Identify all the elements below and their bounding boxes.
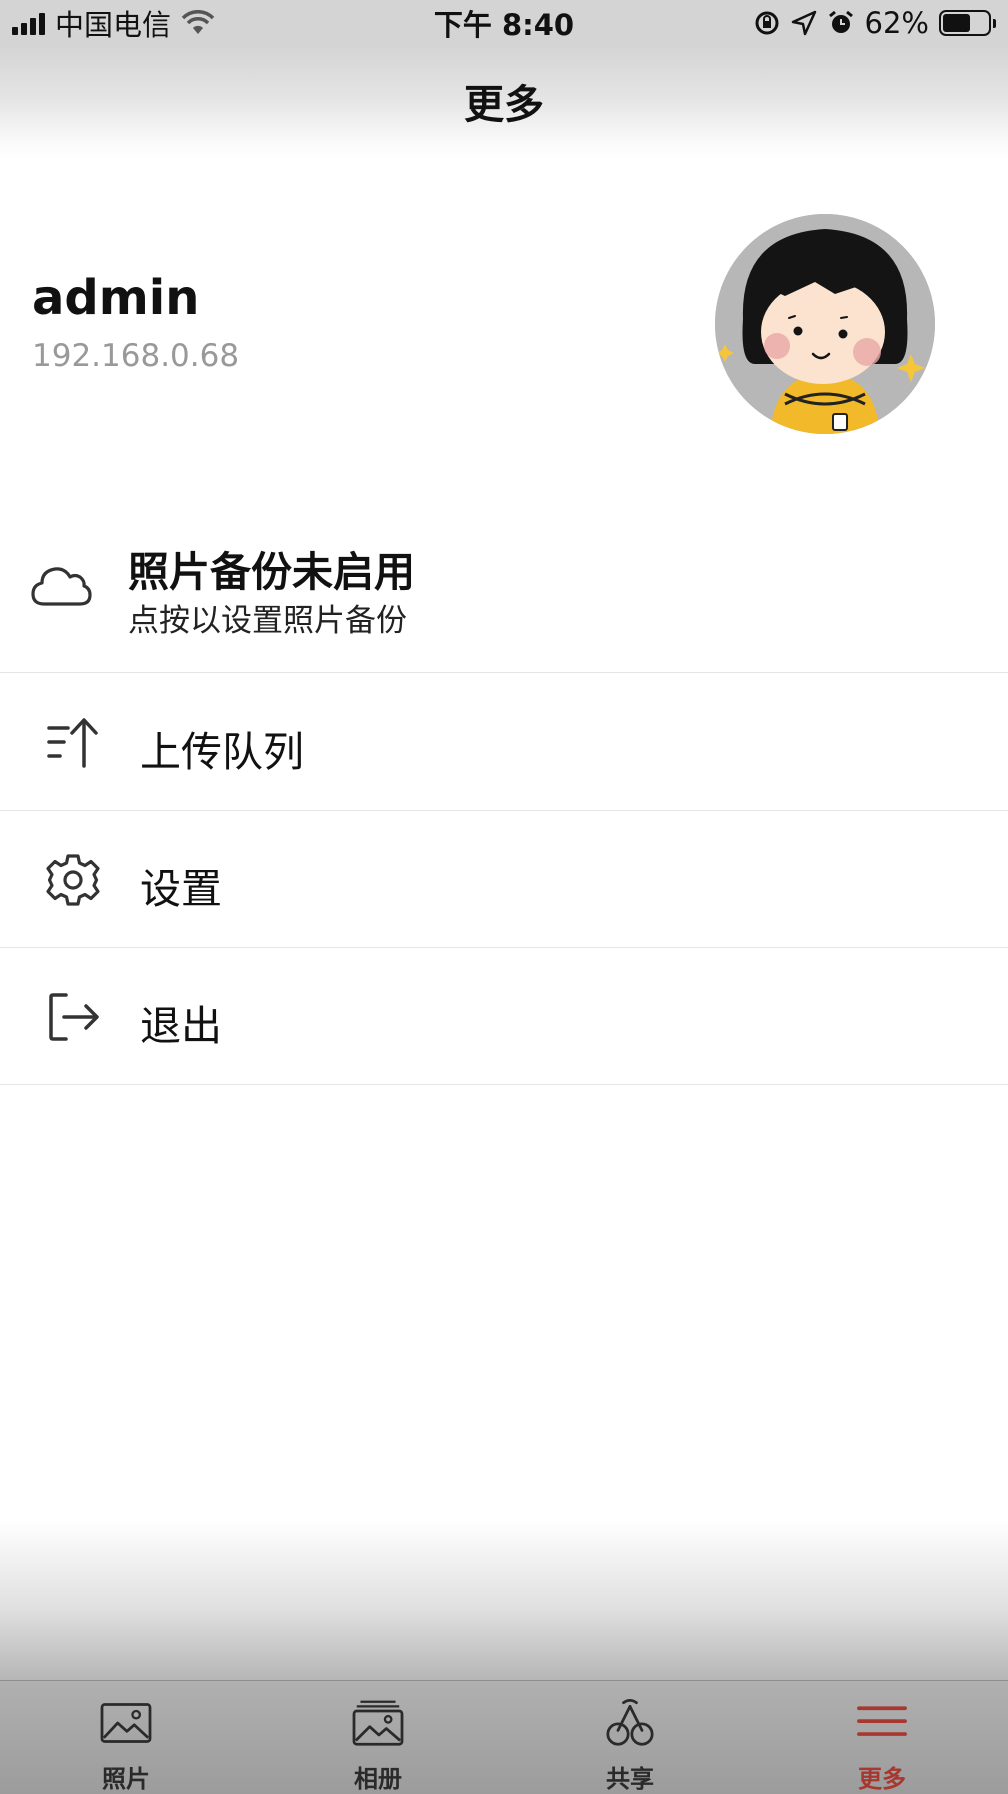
tab-bar: 照片 相册 共享 更多 xyxy=(0,1680,1008,1794)
tab-label-photos: 照片 xyxy=(102,1765,150,1793)
username: admin xyxy=(32,270,200,326)
avatar-cartoon-girl xyxy=(715,214,935,434)
signal-icon xyxy=(12,11,45,35)
menu-item-upload-queue[interactable]: 上传队列 xyxy=(0,674,1008,811)
tab-bar-shadow xyxy=(0,1520,1008,1680)
location-icon xyxy=(791,10,816,36)
photo-icon xyxy=(100,1703,152,1743)
status-left: 中国电信 xyxy=(12,2,504,44)
menu-label-settings: 设置 xyxy=(140,865,222,913)
share-icon xyxy=(606,1699,654,1746)
profile-section[interactable]: admin 192.168.0.68 xyxy=(0,160,1008,490)
upload-queue-icon xyxy=(47,718,98,768)
carrier-name: 中国电信 xyxy=(55,8,172,42)
backup-status-subtitle: 点按以设置照片备份 xyxy=(128,603,407,639)
menu-item-settings[interactable]: 设置 xyxy=(0,811,1008,948)
tab-albums[interactable]: 相册 xyxy=(252,1681,504,1794)
menu-label-upload-queue: 上传队列 xyxy=(140,728,304,776)
menu-item-logout[interactable]: 退出 xyxy=(0,948,1008,1085)
photo-backup-item[interactable]: 照片备份未启用 点按以设置照片备份 xyxy=(0,520,1008,673)
tab-more[interactable]: 更多 xyxy=(756,1681,1008,1794)
cloud-icon xyxy=(31,567,92,606)
menu-label-logout: 退出 xyxy=(140,1002,222,1050)
menu-icon xyxy=(857,1706,907,1736)
tab-label-more: 更多 xyxy=(858,1765,906,1793)
gear-icon xyxy=(46,854,100,906)
tab-label-albums: 相册 xyxy=(354,1765,402,1793)
battery-icon xyxy=(939,10,996,36)
rotation-lock-icon xyxy=(755,11,779,35)
status-right: 62% xyxy=(504,6,996,40)
server-address: 192.168.0.68 xyxy=(32,338,240,374)
battery-percent: 62% xyxy=(864,6,929,40)
tab-photos[interactable]: 照片 xyxy=(0,1681,252,1794)
status-bar: 中国电信 下午 8:40 62% xyxy=(0,0,1008,46)
album-icon xyxy=(352,1700,404,1746)
nav-header: 更多 xyxy=(0,46,1008,160)
tab-label-share: 共享 xyxy=(606,1765,654,1793)
alarm-icon xyxy=(828,10,853,33)
battery-fill xyxy=(943,14,971,32)
backup-status-title: 照片备份未启用 xyxy=(128,548,415,596)
wifi-icon xyxy=(181,10,215,34)
tab-share[interactable]: 共享 xyxy=(504,1681,756,1794)
avatar[interactable] xyxy=(715,214,935,434)
page-title: 更多 xyxy=(464,82,544,128)
logout-icon xyxy=(49,993,99,1041)
